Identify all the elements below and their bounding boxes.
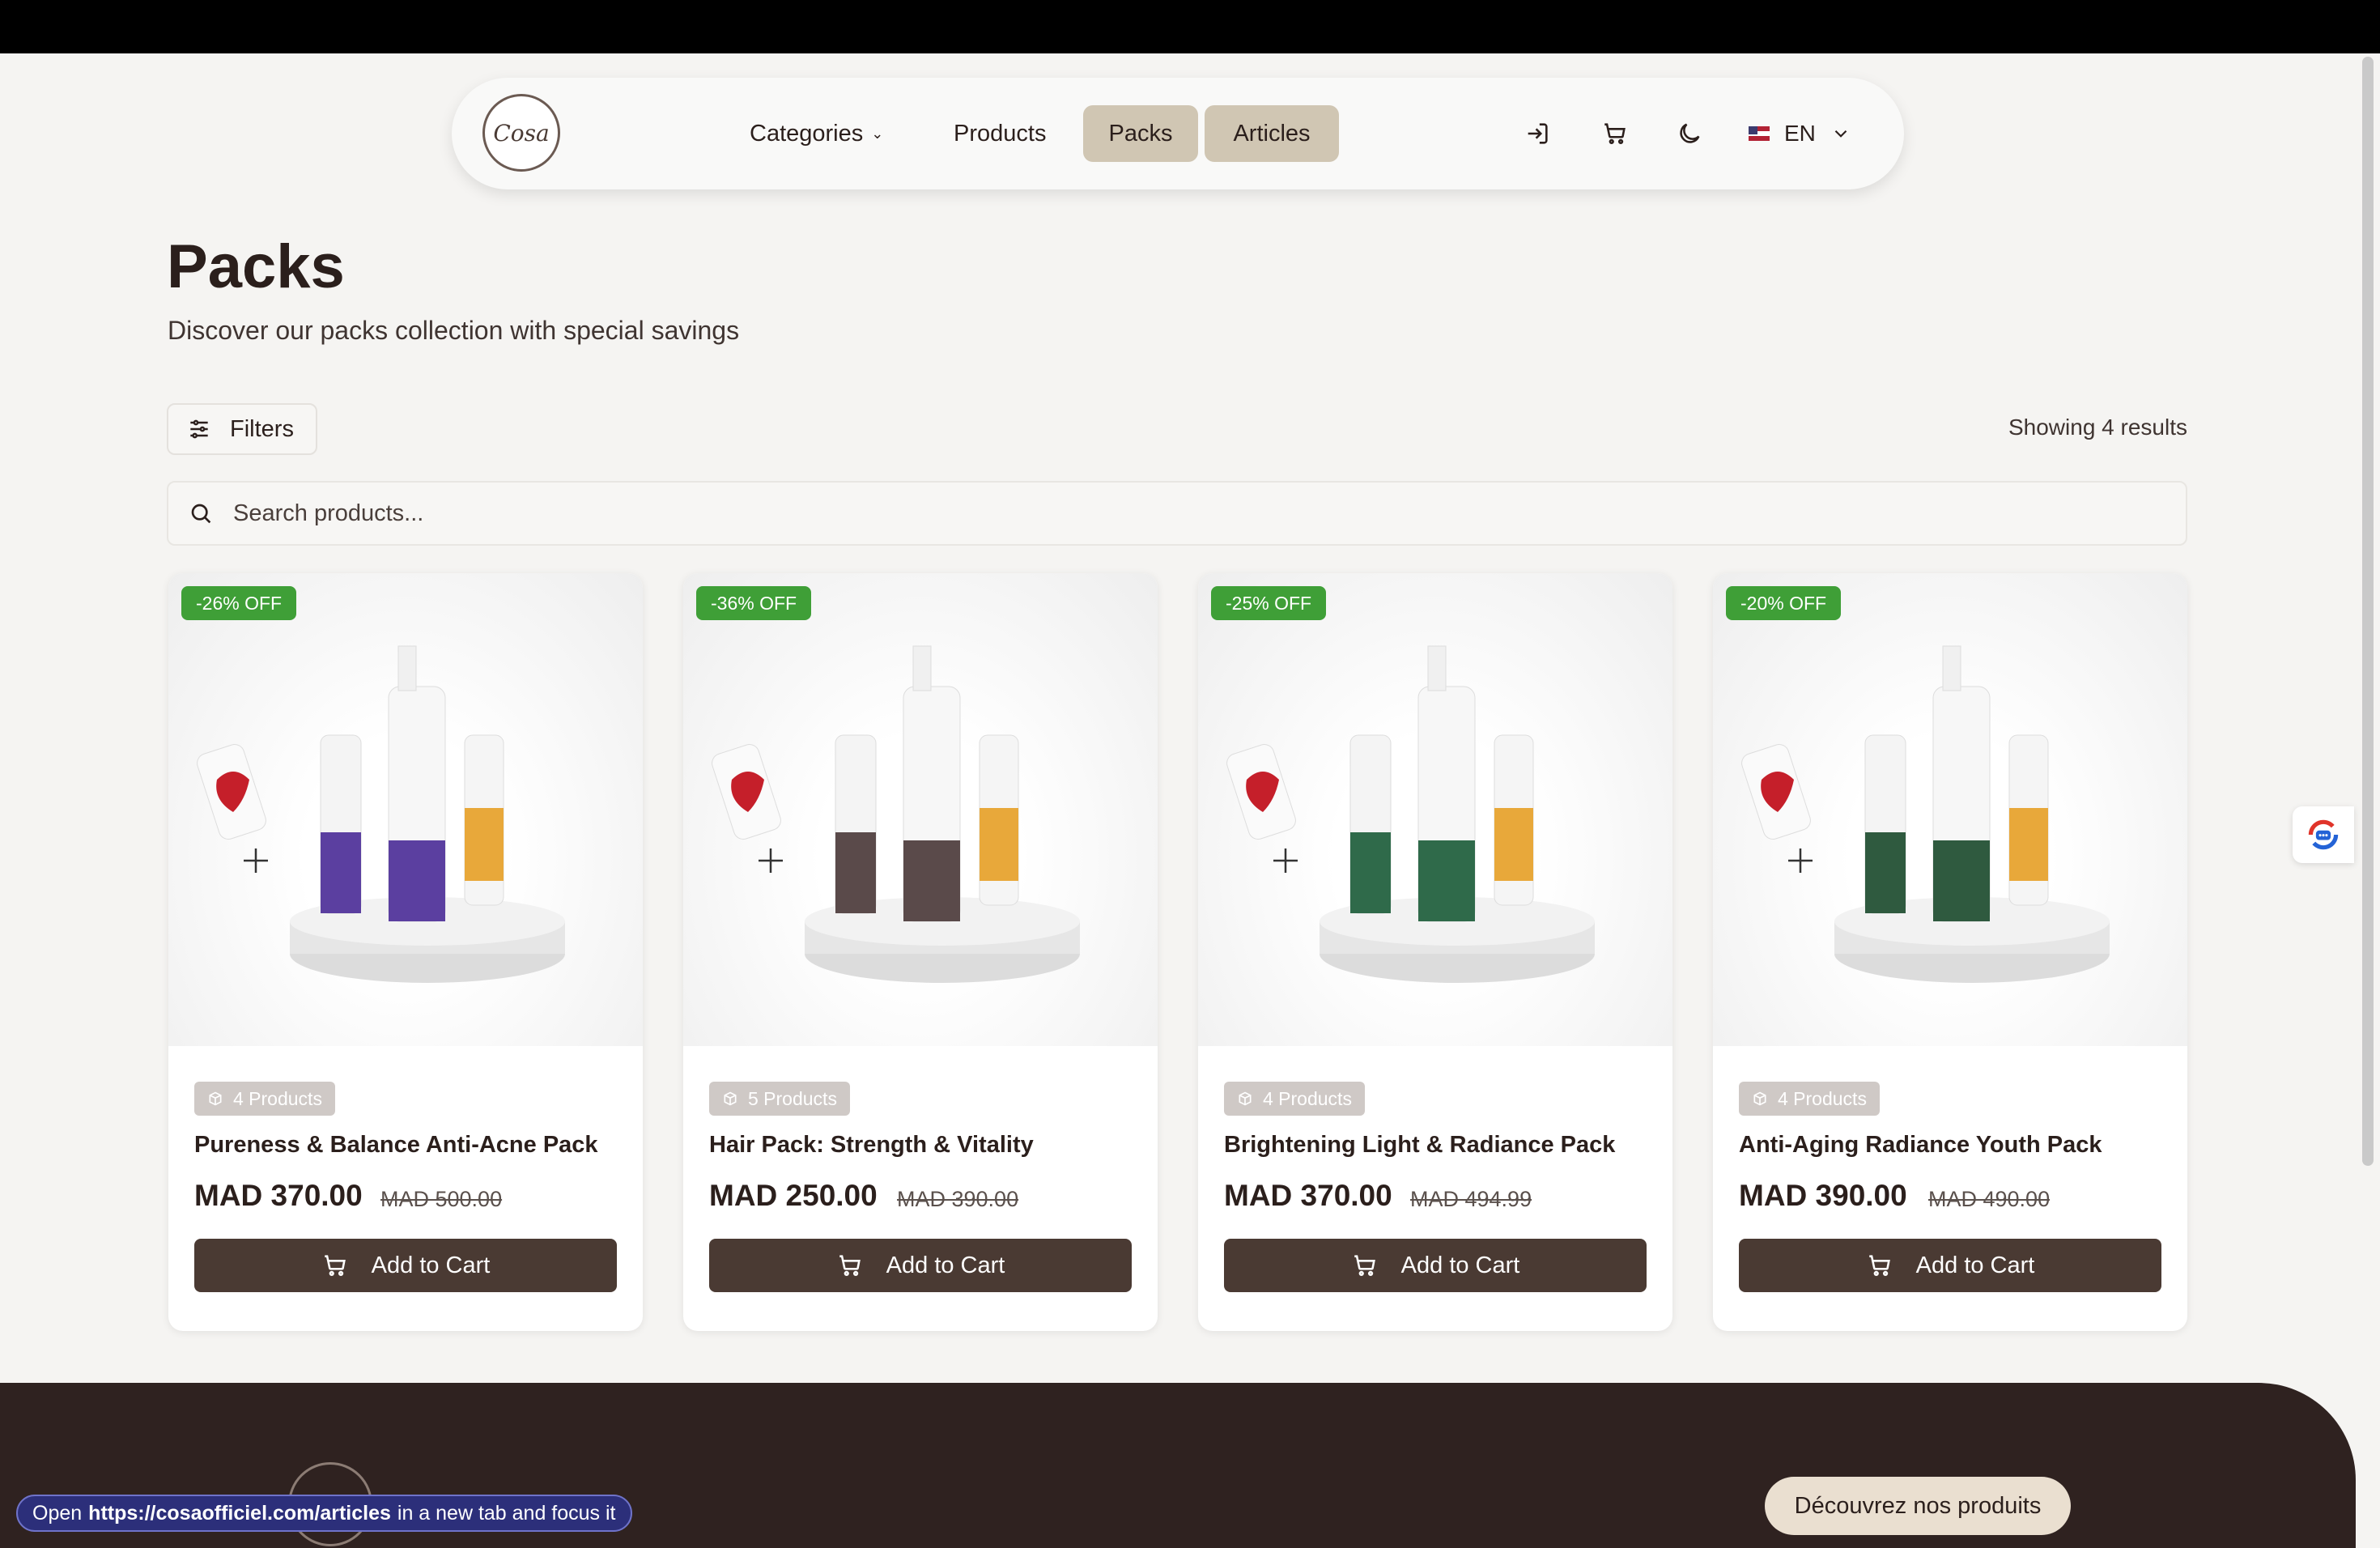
filters-button[interactable]: Filters [167, 403, 317, 455]
cart-icon [324, 1255, 346, 1277]
package-icon [1753, 1091, 1766, 1106]
search-bar[interactable] [167, 481, 2187, 546]
pack-name[interactable]: Hair Pack: Strength & Vitality [709, 1132, 1034, 1159]
status-url: https://cosaofficiel.com/articles [88, 1501, 391, 1525]
pack-image[interactable]: -25% OFF [1198, 573, 1672, 1046]
status-prefix: Open [32, 1501, 83, 1525]
discount-badge: -25% OFF [1211, 586, 1327, 620]
add-to-cart-label: Add to Cart [1400, 1252, 1520, 1278]
pack-card[interactable]: -36% OFF 5 Products Hair Pack: Strength … [683, 573, 1158, 1331]
support-chat-widget[interactable] [2293, 806, 2354, 863]
us-flag-icon [1749, 126, 1770, 141]
pack-price: MAD 370.00 [194, 1179, 363, 1212]
pack-image[interactable]: -36% OFF [683, 573, 1158, 1046]
chevron-down-icon: ⌄ [871, 125, 884, 142]
add-to-cart-button[interactable]: Add to Cart [709, 1239, 1132, 1292]
sliders-icon [190, 419, 208, 439]
add-to-cart-label: Add to Cart [371, 1252, 491, 1278]
add-to-cart-label: Add to Cart [1915, 1252, 2035, 1278]
language-label: EN [1784, 121, 1816, 146]
status-suffix: in a new tab and focus it [397, 1501, 616, 1525]
package-icon [724, 1091, 737, 1106]
product-count-label: 4 Products [233, 1087, 322, 1109]
pack-image[interactable]: -26% OFF [168, 573, 643, 1046]
add-to-cart-button[interactable]: Add to Cart [194, 1239, 617, 1292]
pack-old-price: MAD 494.99 [1410, 1187, 1532, 1211]
discount-badge: -26% OFF [181, 586, 297, 620]
pack-name[interactable]: Anti-Aging Radiance Youth Pack [1739, 1132, 2102, 1159]
pack-price: MAD 370.00 [1224, 1179, 1392, 1212]
product-count-badge: 5 Products [709, 1082, 850, 1116]
page-scrollbar[interactable] [2356, 53, 2380, 1548]
chat-refresh-icon [2308, 819, 2339, 850]
package-icon [1239, 1091, 1252, 1106]
pack-price: MAD 250.00 [709, 1179, 878, 1212]
pack-product-illustration [712, 645, 1080, 983]
pack-price: MAD 390.00 [1739, 1179, 1907, 1212]
browser-top-bar [0, 0, 2380, 53]
discover-products-button[interactable]: Découvrez nos produits [1765, 1477, 2071, 1535]
page-title: Packs [167, 232, 345, 301]
discount-badge: -36% OFF [696, 586, 812, 620]
nav-item-packs[interactable]: Packs [1083, 105, 1198, 162]
brand-logo[interactable]: Cosa [482, 94, 560, 172]
brand-logo-text: Cosa [493, 119, 550, 147]
nav-item-products[interactable]: Products [929, 105, 1070, 162]
product-count-label: 4 Products [1778, 1087, 1867, 1109]
nav-item-label: Products [954, 120, 1047, 147]
cart-icon [1354, 1255, 1375, 1277]
nav-item-categories[interactable]: Categories ⌄ [725, 105, 907, 162]
dark-mode-moon-icon[interactable] [1669, 113, 1710, 154]
filters-label: Filters [230, 415, 294, 442]
pack-product-illustration [1226, 645, 1595, 983]
pack-card[interactable]: -25% OFF 4 Products Brightening Light & … [1198, 573, 1672, 1331]
cart-icon[interactable] [1595, 113, 1635, 154]
cart-icon [839, 1255, 861, 1277]
product-count-label: 4 Products [1263, 1087, 1352, 1109]
pack-old-price: MAD 500.00 [380, 1187, 503, 1211]
link-status-tooltip: Open https://cosaofficiel.com/articles i… [16, 1495, 632, 1532]
add-to-cart-label: Add to Cart [886, 1252, 1005, 1278]
page-subtitle: Discover our packs collection with speci… [168, 316, 740, 345]
product-count-badge: 4 Products [1739, 1082, 1880, 1116]
main-navbar: Cosa Categories ⌄ Products Packs Article… [452, 78, 1904, 189]
discount-badge: -20% OFF [1726, 586, 1842, 620]
pack-product-illustration [1741, 645, 2110, 983]
results-count: Showing 4 results [2008, 415, 2187, 440]
login-icon[interactable] [1517, 113, 1558, 154]
product-count-badge: 4 Products [1224, 1082, 1365, 1116]
nav-item-articles[interactable]: Articles [1205, 105, 1339, 162]
nav-item-label: Articles [1233, 120, 1311, 147]
add-to-cart-button[interactable]: Add to Cart [1224, 1239, 1647, 1292]
nav-item-label: Packs [1108, 120, 1173, 147]
product-count-badge: 4 Products [194, 1082, 335, 1116]
package-icon [209, 1091, 222, 1106]
pack-image[interactable]: -20% OFF [1713, 573, 2187, 1046]
cart-icon [1868, 1255, 1890, 1277]
search-input[interactable] [233, 500, 2095, 527]
language-selector[interactable]: EN [1749, 113, 1851, 154]
add-to-cart-button[interactable]: Add to Cart [1739, 1239, 2161, 1292]
pack-name[interactable]: Brightening Light & Radiance Pack [1224, 1132, 1615, 1159]
pack-product-illustration [197, 645, 565, 983]
product-count-label: 5 Products [748, 1087, 837, 1109]
pack-name[interactable]: Pureness & Balance Anti-Acne Pack [194, 1132, 598, 1159]
pack-old-price: MAD 390.00 [897, 1187, 1019, 1211]
chevron-down-icon [1834, 130, 1847, 138]
pack-old-price: MAD 490.00 [1928, 1187, 2051, 1211]
scrollbar-thumb[interactable] [2362, 57, 2374, 1166]
nav-item-label: Categories [750, 120, 864, 147]
search-icon [191, 504, 211, 524]
pack-card[interactable]: -26% OFF 4 Products Pureness & Balance A… [168, 573, 643, 1331]
pack-card[interactable]: -20% OFF 4 Products Anti-Aging Radiance … [1713, 573, 2187, 1331]
